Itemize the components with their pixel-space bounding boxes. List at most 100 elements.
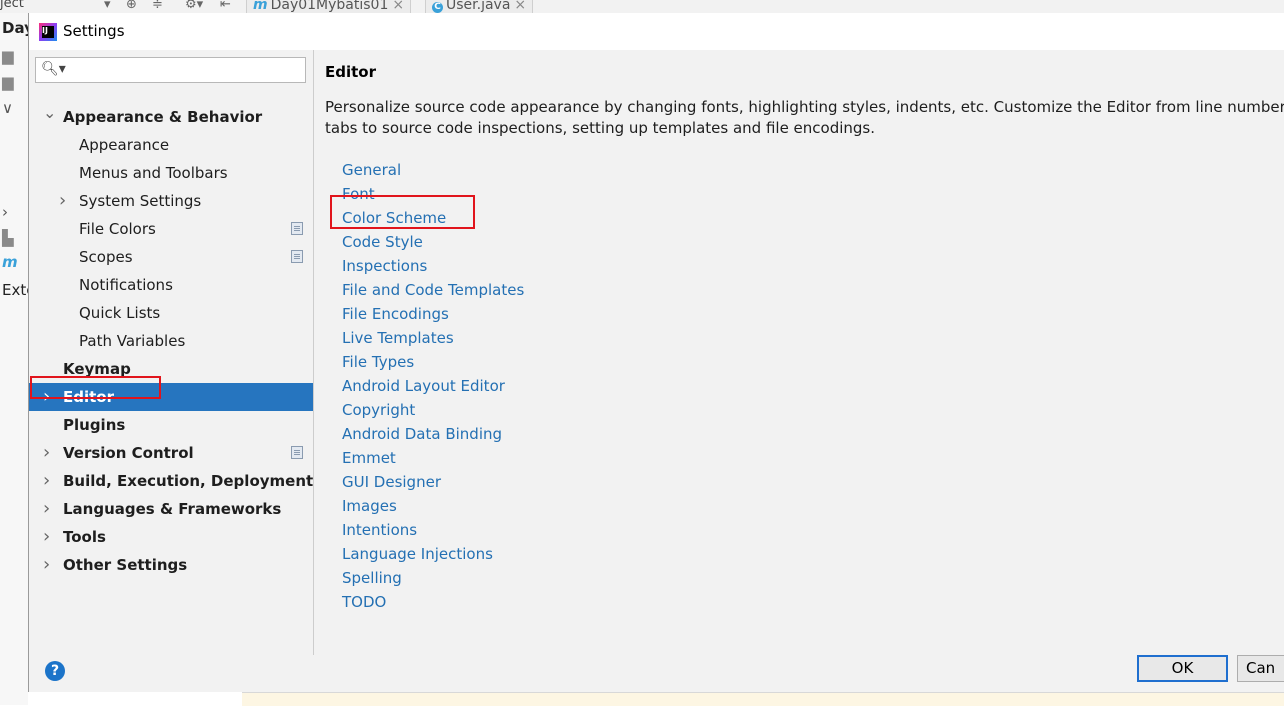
sidebar-item-menus-and-toolbars[interactable]: Menus and Toolbars [29,159,313,187]
link-todo[interactable]: TODO [342,590,386,614]
sidebar-item-build-execution-deployment[interactable]: › Build, Execution, Deployment [29,467,313,495]
link-color-scheme[interactable]: Color Scheme [342,206,446,230]
ide-bottom-strip [242,692,1284,706]
close-icon[interactable]: × [392,0,404,13]
link-gui-designer[interactable]: GUI Designer [342,470,441,494]
sidebar-item-label: Appearance & Behavior [63,108,263,126]
link-intentions[interactable]: Intentions [342,518,417,542]
chevron-right-icon[interactable]: › [43,495,55,523]
ide-toolbar: ject ▾ ⊕ ≑ ⚙▾ ⇤ m Day01Mybatis01 × C User.j… [0,0,1284,13]
sidebar-item-label: Tools [63,528,106,546]
link-file-types[interactable]: File Types [342,350,414,374]
search-input[interactable] [66,60,304,82]
collapse-icon[interactable]: ≑ [152,0,163,12]
sidebar-item-label: Build, Execution, Deployment [63,472,314,490]
chevron-down-icon[interactable]: ⌄ [43,99,56,127]
sidebar-item-label: Languages & Frameworks [63,500,282,518]
sidebar-item-other-settings[interactable]: › Other Settings [29,551,313,579]
sidebar-item-version-control[interactable]: › Version Control [29,439,313,467]
settings-search-box[interactable]: 🔍︎▾ [35,57,306,83]
link-general[interactable]: General [342,158,401,182]
link-live-templates[interactable]: Live Templates [342,326,454,350]
close-icon[interactable]: × [514,0,526,13]
settings-content-pane: Editor Personalize source code appearanc… [315,50,1284,655]
library-icon: ▙ [2,229,14,247]
sidebar-item-system-settings[interactable]: › System Settings [29,187,313,215]
page-description: Personalize source code appearance by ch… [325,98,1284,137]
sidebar-item-label: Version Control [63,444,194,462]
sidebar-item-notifications[interactable]: Notifications [29,271,313,299]
sidebar-item-scopes[interactable]: Scopes [29,243,313,271]
project-root-label[interactable]: Day [2,19,28,37]
editor-tab-day01mybatis01[interactable]: m Day01Mybatis01 × [246,0,412,13]
hide-icon[interactable]: ⇤ [220,0,231,12]
chevron-right-icon[interactable]: › [43,551,55,579]
sidebar-item-keymap[interactable]: Keymap [29,355,313,383]
link-inspections[interactable]: Inspections [342,254,427,278]
link-android-layout-editor[interactable]: Android Layout Editor [342,374,505,398]
sidebar-item-label: Keymap [63,360,131,378]
window-title: Settings [63,22,125,40]
chevron-right-icon[interactable]: › [43,523,55,551]
sidebar-item-label: Scopes [79,248,133,266]
sidebar-item-languages-and-frameworks[interactable]: › Languages & Frameworks [29,495,313,523]
sidebar-item-label: Notifications [79,276,173,294]
editor-tab-user-java[interactable]: C User.java × [425,0,534,13]
project-label: ject [0,0,24,11]
sidebar-item-label: Other Settings [63,556,188,574]
cancel-button[interactable]: Can [1237,655,1284,682]
chevron-right-icon[interactable]: › [43,439,55,467]
link-code-style[interactable]: Code Style [342,230,423,254]
dropdown-icon[interactable]: ▾ [104,0,111,12]
sidebar-item-tools[interactable]: › Tools [29,523,313,551]
project-level-icon [291,222,303,235]
sidebar-item-editor[interactable]: › Editor [29,383,313,411]
sidebar-item-label: Path Variables [79,332,186,350]
chevron-right-icon[interactable]: › [2,203,8,221]
link-file-encodings[interactable]: File Encodings [342,302,449,326]
link-images[interactable]: Images [342,494,397,518]
sidebar-item-label: File Colors [79,220,156,238]
java-class-icon: C [432,2,443,13]
gear-icon[interactable]: ⚙▾ [185,0,203,12]
page-title: Editor [325,63,376,81]
link-copyright[interactable]: Copyright [342,398,415,422]
link-font[interactable]: Font [342,182,375,206]
chevron-right-icon[interactable]: › [43,467,55,495]
sidebar-item-label: Quick Lists [79,304,161,322]
intellij-logo-icon: IJ [39,23,57,41]
sidebar-item-label: System Settings [79,192,202,210]
folder-icon: ▆ [2,73,14,91]
sidebar-item-label: Editor [63,388,114,406]
link-file-and-code-templates[interactable]: File and Code Templates [342,278,524,302]
project-level-icon [291,250,303,263]
help-button[interactable]: ? [45,661,65,681]
maven-icon: m [2,253,18,271]
chevron-right-icon[interactable]: › [59,187,71,215]
sidebar-item-label: Menus and Toolbars [79,164,228,182]
settings-sidebar: 🔍︎▾ ⌄ Appearance & Behavior Appearance Menu… [29,50,314,655]
link-android-data-binding[interactable]: Android Data Binding [342,422,502,446]
chevron-right-icon[interactable]: › [43,383,55,411]
sidebar-item-appearance[interactable]: Appearance [29,131,313,159]
chevron-down-icon[interactable]: ∨ [2,99,13,117]
project-panel: Day ▆ ▆ ∨ › ▙ m Exte [0,13,28,705]
sidebar-item-label: Plugins [63,416,126,434]
sidebar-item-path-variables[interactable]: Path Variables [29,327,313,355]
link-spelling[interactable]: Spelling [342,566,402,590]
search-icon[interactable]: 🔍︎▾ [41,61,66,77]
link-language-injections[interactable]: Language Injections [342,542,493,566]
folder-icon: ▆ [2,47,14,65]
external-libraries-label[interactable]: Exte [2,281,28,299]
settings-dialog: IJ Settings 🔍︎▾ ⌄ Appearance & Behavior Ap… [28,13,1284,692]
sidebar-item-file-colors[interactable]: File Colors [29,215,313,243]
sidebar-item-appearance-and-behavior[interactable]: ⌄ Appearance & Behavior [29,103,313,131]
sidebar-item-plugins[interactable]: Plugins [29,411,313,439]
link-emmet[interactable]: Emmet [342,446,396,470]
dialog-footer: ? OK Can [29,655,1284,692]
dialog-titlebar: IJ Settings [29,13,1284,50]
project-level-icon [291,446,303,459]
ok-button[interactable]: OK [1137,655,1228,682]
target-icon[interactable]: ⊕ [126,0,137,12]
sidebar-item-quick-lists[interactable]: Quick Lists [29,299,313,327]
